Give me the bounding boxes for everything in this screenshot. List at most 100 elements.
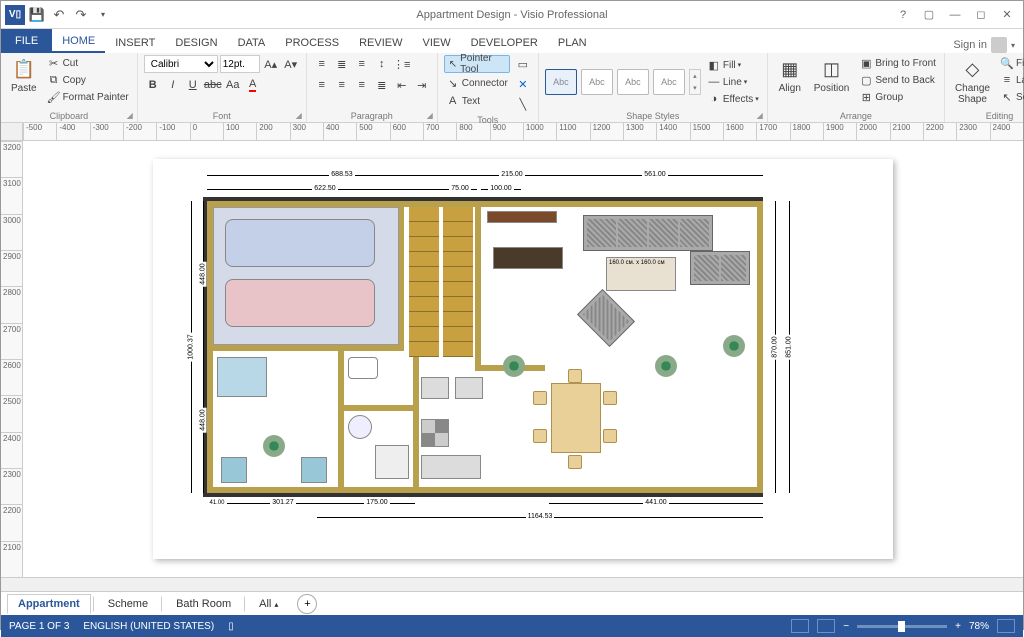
ruler-horizontal[interactable]: -500-400-300-200-10001002003004005006007… (23, 123, 1023, 141)
toilet[interactable] (348, 357, 378, 379)
font-color-button[interactable]: A (244, 76, 262, 94)
drawing-canvas[interactable]: 160.0 см. x 160.0 см 688.53 215.00 (23, 141, 1023, 577)
align-bottom-icon[interactable]: ≡ (353, 55, 371, 73)
style-2[interactable]: Abc (581, 69, 613, 95)
indent-inc-icon[interactable]: ⇥ (413, 76, 431, 94)
decrease-font-icon[interactable]: A▾ (282, 55, 300, 73)
increase-font-icon[interactable]: A▴ (262, 55, 280, 73)
position-button[interactable]: ◫Position (810, 55, 854, 96)
layers-button[interactable]: ≡Layers (998, 72, 1024, 88)
paste-button[interactable]: 📋Paste (7, 55, 41, 96)
chair-2[interactable] (533, 429, 547, 443)
developer-tab[interactable]: DEVELOPER (461, 33, 548, 53)
coffee-table[interactable]: 160.0 см. x 160.0 см (606, 257, 676, 291)
format-painter-button[interactable]: 🖌Format Painter (45, 89, 131, 105)
cut-button[interactable]: ✂Cut (45, 55, 131, 71)
shelf[interactable] (493, 247, 563, 269)
style-gallery-more[interactable]: ▴▾ (689, 69, 701, 95)
qat-more-icon[interactable]: ▾ (93, 5, 113, 25)
view-wide-icon[interactable] (817, 619, 835, 633)
align-left-icon[interactable]: ≡ (313, 76, 331, 94)
font-size-combo[interactable] (220, 55, 260, 73)
shower[interactable] (375, 445, 409, 479)
wall-mid-h1[interactable] (207, 345, 404, 351)
chair-6[interactable] (568, 455, 582, 469)
dining-table[interactable] (551, 383, 601, 453)
styles-launcher[interactable]: ◢ (757, 111, 763, 120)
clipboard-launcher[interactable]: ◢ (127, 111, 133, 120)
align-center-icon[interactable]: ≡ (333, 76, 351, 94)
car-blue[interactable] (225, 219, 375, 267)
minimize-icon[interactable]: — (943, 5, 967, 25)
align-button[interactable]: ▦Align (774, 55, 806, 96)
connector-tool[interactable]: ↘Connector (444, 75, 510, 91)
style-1[interactable]: Abc (545, 69, 577, 95)
italic-button[interactable]: I (164, 76, 182, 94)
text-tool[interactable]: AText (444, 93, 510, 109)
strike-button[interactable]: abc (204, 76, 222, 94)
home-tab[interactable]: HOME (52, 31, 105, 53)
wall-right[interactable] (757, 201, 763, 493)
plant-3[interactable] (655, 355, 677, 377)
connection-point-icon[interactable]: ✕ (514, 75, 532, 93)
chair-3[interactable] (603, 391, 617, 405)
insert-tab[interactable]: INSERT (105, 33, 165, 53)
align-right-icon[interactable]: ≡ (353, 76, 371, 94)
plant-2[interactable] (503, 355, 525, 377)
font-name-combo[interactable]: Calibri (144, 55, 218, 73)
wall-kit-l[interactable] (413, 345, 419, 491)
car-pink[interactable] (225, 279, 375, 327)
maximize-icon[interactable]: ◻ (969, 5, 993, 25)
text-case-button[interactable]: Aa (224, 76, 242, 94)
justify-icon[interactable]: ≣ (373, 76, 391, 94)
chair-5[interactable] (568, 369, 582, 383)
sink-bath[interactable] (348, 415, 372, 439)
bring-front-button[interactable]: ▣Bring to Front (857, 55, 938, 71)
stairs-1[interactable] (409, 207, 439, 357)
sheet-tab-scheme[interactable]: Scheme (97, 594, 159, 614)
drawing-page[interactable]: 160.0 см. x 160.0 см 688.53 215.00 (153, 159, 893, 559)
fit-page-icon[interactable] (997, 619, 1015, 633)
sign-in[interactable]: Sign in▾ (945, 37, 1023, 53)
design-tab[interactable]: DESIGN (165, 33, 227, 53)
stairs-2[interactable] (443, 207, 473, 357)
plan-tab[interactable]: PLAN (548, 33, 597, 53)
sheet-tab-all[interactable]: All ▴ (248, 594, 289, 614)
effects-button[interactable]: ◑Effects▾ (705, 91, 761, 107)
select-button[interactable]: ↖Select (998, 89, 1024, 105)
help-icon[interactable]: ? (891, 5, 915, 25)
wall-bath[interactable] (338, 405, 418, 411)
floor-plan[interactable]: 160.0 см. x 160.0 см 688.53 215.00 (203, 185, 823, 515)
style-4[interactable]: Abc (653, 69, 685, 95)
sofa-small[interactable] (690, 251, 750, 285)
ruler-vertical[interactable]: 3200310030002900280027002600250024002300… (1, 141, 23, 577)
zoom-slider[interactable] (857, 625, 947, 628)
sofa-large[interactable] (583, 215, 713, 251)
counter-1[interactable] (421, 377, 449, 399)
view-tab[interactable]: VIEW (412, 33, 460, 53)
align-middle-icon[interactable]: ≣ (333, 55, 351, 73)
counter-entry[interactable] (487, 211, 557, 223)
process-tab[interactable]: PROCESS (275, 33, 349, 53)
view-normal-icon[interactable] (791, 619, 809, 633)
nightstand-2[interactable] (301, 457, 327, 483)
ribbon-collapse-icon[interactable]: ▢ (917, 5, 941, 25)
sheet-tab-bathroom[interactable]: Bath Room (165, 594, 242, 614)
fridge[interactable] (455, 377, 483, 399)
bed[interactable] (217, 357, 267, 397)
chair-4[interactable] (603, 429, 617, 443)
wall-stair-r[interactable] (475, 201, 481, 371)
copy-button[interactable]: ⧉Copy (45, 72, 131, 88)
undo-icon[interactable]: ↶ (49, 5, 69, 25)
file-tab[interactable]: FILE (1, 29, 52, 53)
paragraph-launcher[interactable]: ◢ (427, 111, 433, 120)
line-tool-icon[interactable]: ╲ (514, 95, 532, 113)
add-sheet-button[interactable]: + (297, 594, 317, 614)
bold-button[interactable]: B (144, 76, 162, 94)
redo-icon[interactable]: ↷ (71, 5, 91, 25)
line-button[interactable]: —Line▾ (705, 74, 761, 90)
scrollbar-horizontal[interactable] (1, 577, 1023, 591)
save-icon[interactable]: 💾 (27, 5, 47, 25)
underline-button[interactable]: U (184, 76, 202, 94)
font-launcher[interactable]: ◢ (296, 111, 302, 120)
